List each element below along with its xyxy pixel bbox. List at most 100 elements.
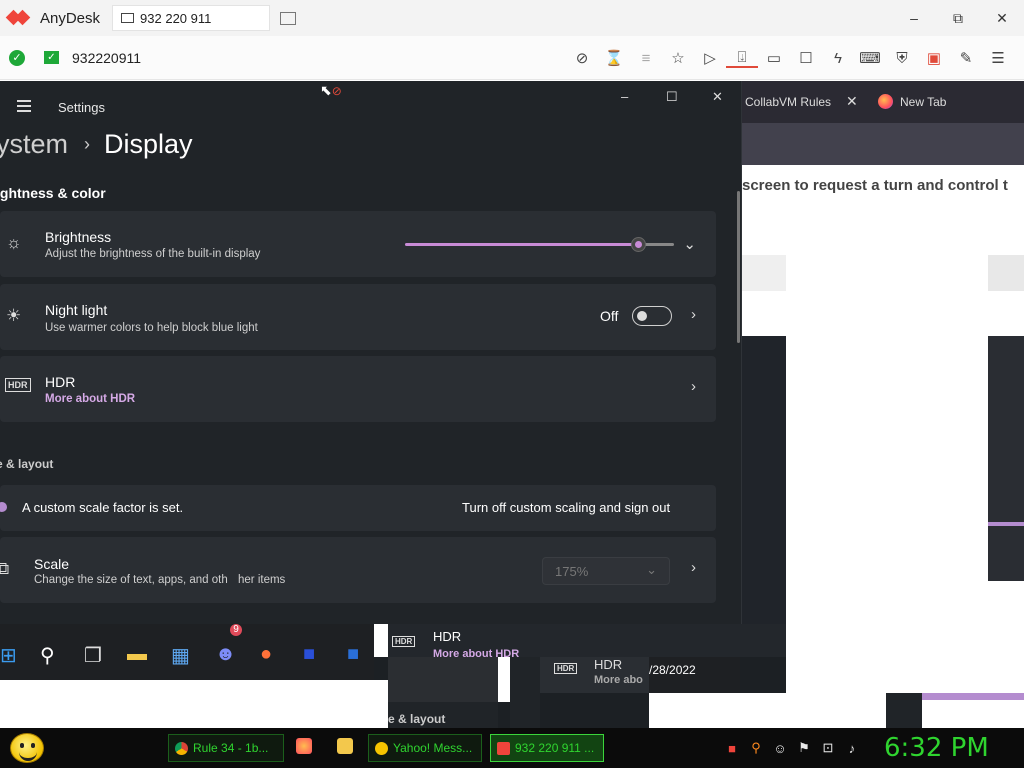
- more-about-hdr-link[interactable]: More about HDR: [45, 393, 135, 405]
- chevron-right-icon[interactable]: ›: [691, 378, 696, 395]
- hdr-title: HDR: [45, 374, 76, 390]
- privacy-icon[interactable]: ⛨: [886, 50, 918, 67]
- taskbar-button-label: Yahoo! Mess...: [393, 741, 473, 755]
- remote-input-icon[interactable]: ⍗: [726, 49, 758, 68]
- close-button[interactable]: ✕: [980, 0, 1024, 36]
- anydesk-icon: [497, 741, 510, 755]
- artifact-block: [0, 680, 388, 728]
- taskbar-button-chrome[interactable]: Rule 34 - 1b...: [168, 734, 284, 762]
- brightness-subtitle: Adjust the brightness of the built-in di…: [45, 248, 261, 260]
- scale-subtitle-overlap: her items: [238, 574, 286, 586]
- app-name: AnyDesk: [40, 9, 101, 27]
- app-icon[interactable]: ■: [347, 643, 359, 666]
- restore-button[interactable]: ⧉: [936, 0, 980, 36]
- scale-card[interactable]: ⧉ Scale Change the size of text, apps, a…: [0, 537, 716, 603]
- action-center-flag-icon[interactable]: ⚑: [792, 740, 816, 756]
- artifact-layout-text: e & layout: [388, 712, 446, 726]
- breadcrumb-system[interactable]: ystem: [0, 129, 68, 159]
- maximize-button[interactable]: ☐: [666, 89, 678, 105]
- hamburger-menu-icon[interactable]: [17, 100, 31, 115]
- pen-icon[interactable]: ✎: [950, 49, 982, 67]
- info-dot-icon: [0, 502, 7, 512]
- turn-off-custom-scaling-link[interactable]: Turn off custom scaling and sign out: [462, 500, 670, 515]
- new-session-icon[interactable]: [280, 11, 297, 25]
- volume-icon[interactable]: ♪: [840, 741, 864, 756]
- anydesk-toolbar: ✓ ✓ 932220911 ⊘ ⌛ ≡ ☆ ▷ ⍗ ▭ ☐ ϟ ⌨ ⛨ ▣ ✎ …: [0, 36, 1024, 80]
- hdr-card[interactable]: HDR HDR More about HDR ›: [0, 356, 716, 422]
- browser-tab-new[interactable]: New Tab: [900, 95, 946, 109]
- file-explorer-icon[interactable]: ▬: [127, 643, 147, 666]
- windows-start-icon[interactable]: ⊞: [0, 643, 17, 668]
- embedded-view-edge: [988, 336, 1024, 581]
- messenger-tray-icon[interactable]: ☺: [768, 741, 792, 756]
- lightning-icon[interactable]: ϟ: [822, 50, 854, 67]
- record-icon[interactable]: ▣: [918, 49, 950, 67]
- anydesk-tray-icon[interactable]: ■: [720, 741, 744, 756]
- session-status-icon: ✓: [44, 51, 59, 64]
- artifact-block: [649, 693, 886, 728]
- scale-icon: ⧉: [0, 559, 10, 578]
- close-tab-icon[interactable]: ✕: [846, 93, 858, 110]
- monitor-crossed-icon[interactable]: ⊘: [566, 49, 598, 67]
- network-icon[interactable]: ⊡: [816, 740, 840, 756]
- taskbar-button-yahoo[interactable]: Yahoo! Mess...: [368, 734, 482, 762]
- artifact-block: [922, 693, 1024, 700]
- anydesk-titlebar: AnyDesk 932 220 911 – ⧉ ✕: [0, 0, 1024, 36]
- night-light-toggle[interactable]: [632, 306, 672, 326]
- chevron-right-icon[interactable]: ›: [691, 306, 696, 323]
- browser-toolbar: [742, 123, 1024, 165]
- monitor-icon: [121, 13, 135, 23]
- brightness-card[interactable]: ☼ Brightness Adjust the brightness of th…: [0, 211, 716, 277]
- chevron-right-icon[interactable]: ›: [691, 559, 696, 576]
- firefox-quicklaunch-icon[interactable]: [296, 738, 312, 754]
- taskbar-button-anydesk[interactable]: 932 220 911 ...: [490, 734, 604, 762]
- remote-desktop[interactable]: CollabVM Rules ✕ New Tab screen to reque…: [0, 81, 1024, 728]
- sun-icon: ☼: [6, 233, 22, 252]
- chevron-down-icon[interactable]: ⌄: [683, 235, 696, 253]
- settings-scrollbar[interactable]: [737, 191, 740, 343]
- hdr-icon: HDR: [554, 663, 578, 674]
- firefox-icon[interactable]: ●: [260, 643, 272, 666]
- chat-icon[interactable]: ☐: [790, 49, 822, 67]
- minimize-button[interactable]: –: [621, 89, 628, 104]
- start-smiley-icon[interactable]: [10, 733, 44, 763]
- mouse-cursor-icon: ⬉⊘: [320, 82, 342, 98]
- store-icon[interactable]: ▦: [171, 643, 190, 668]
- accent-strip: [988, 522, 1024, 526]
- file-transfer-icon[interactable]: ▷: [694, 49, 726, 67]
- hourglass-icon[interactable]: ⌛: [598, 49, 630, 67]
- menu-icon[interactable]: ☰: [982, 49, 1014, 67]
- search-icon[interactable]: ⚲: [40, 643, 55, 668]
- taskbar-button-label: 932 220 911 ...: [515, 741, 595, 755]
- night-light-card[interactable]: ☀ Night light Use warmer colors to help …: [0, 284, 716, 350]
- breadcrumb: ystem › Display: [0, 129, 193, 160]
- app-icon[interactable]: ■: [303, 643, 315, 666]
- artifact-block: e & layout: [388, 702, 498, 728]
- remote-id: 932220911: [72, 49, 142, 66]
- minimize-button[interactable]: –: [892, 0, 936, 36]
- database-icon[interactable]: ≡: [630, 50, 662, 67]
- artifact-block: HDR HDR More abo: [540, 657, 649, 693]
- artifact-block: [886, 693, 922, 728]
- brightness-slider-thumb[interactable]: [631, 237, 646, 252]
- scale-title: Scale: [34, 556, 70, 572]
- close-button[interactable]: ✕: [712, 89, 723, 105]
- scale-dropdown[interactable]: 175% ⌄: [542, 557, 670, 585]
- night-light-state: Off: [600, 308, 619, 324]
- hdr-icon: HDR: [5, 378, 31, 392]
- keyboard-icon[interactable]: ⌨: [854, 49, 886, 67]
- star-icon[interactable]: ☆: [662, 49, 694, 67]
- task-view-icon[interactable]: ❐: [84, 643, 102, 668]
- display-icon[interactable]: ▭: [758, 49, 790, 67]
- folder-quicklaunch-icon[interactable]: [337, 738, 353, 754]
- page-title: Display: [104, 129, 193, 159]
- session-tab[interactable]: 932 220 911: [112, 5, 271, 31]
- settings-app-title: Settings: [58, 100, 105, 115]
- search-tray-icon[interactable]: ⚲: [744, 740, 768, 756]
- artifact-date: /28/2022: [649, 663, 696, 677]
- embedded-view: [742, 336, 786, 626]
- clock[interactable]: 6:32 PM: [884, 733, 989, 763]
- browser-tab-collabvm[interactable]: CollabVM Rules: [745, 95, 831, 109]
- discord-icon[interactable]: ☻: [215, 643, 236, 666]
- discord-badge: 9: [230, 624, 242, 636]
